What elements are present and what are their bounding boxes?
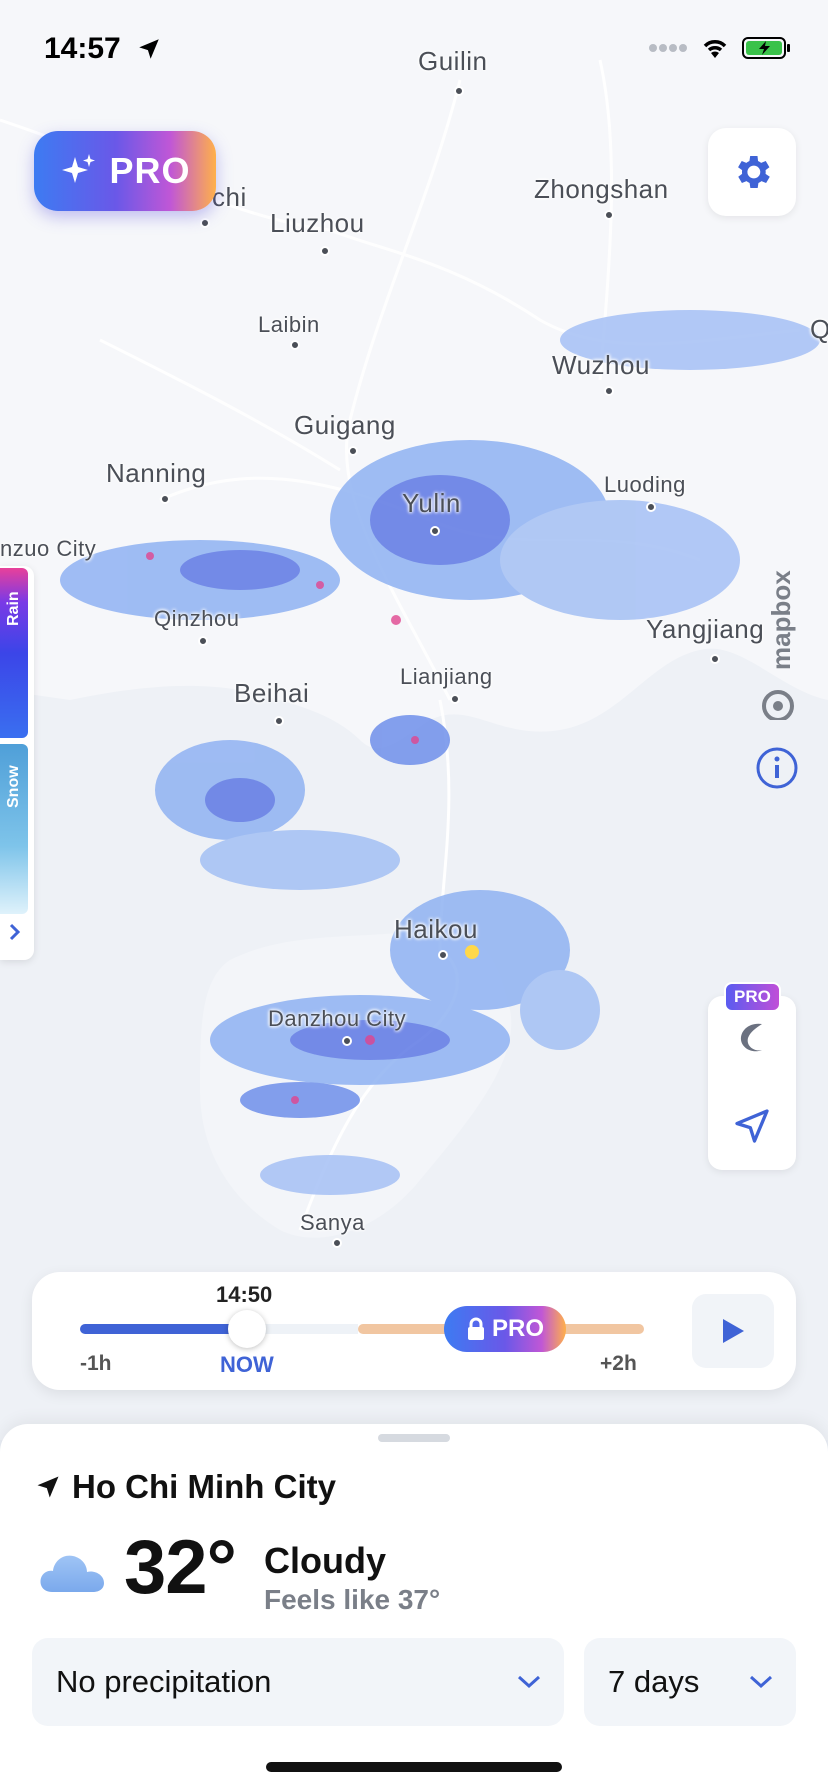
radar-timeline[interactable]: 14:50 PRO -1h NOW +2h xyxy=(32,1272,796,1390)
chevron-down-icon xyxy=(517,1675,541,1689)
temperature-value: 32° xyxy=(124,1525,237,1610)
timeline-label-start: -1h xyxy=(80,1352,112,1375)
precipitation-dropdown[interactable]: No precipitation xyxy=(32,1638,564,1726)
location-name: Ho Chi Minh City xyxy=(72,1468,336,1505)
city-dot xyxy=(450,694,460,704)
map-label-city: Yulin xyxy=(402,488,461,518)
map-label-city: Lianjiang xyxy=(400,664,493,689)
snow-legend-label: Snow xyxy=(5,765,22,808)
map-label-city: Danzhou City xyxy=(268,1006,407,1031)
city-dot xyxy=(320,246,330,256)
timeline-pro-unlock-button[interactable]: PRO xyxy=(444,1306,566,1352)
map-label-city: chi xyxy=(212,182,247,212)
map-label-city: nzuo City xyxy=(0,536,97,561)
precipitation-dropdown-value: No precipitation xyxy=(56,1664,272,1699)
city-dot xyxy=(290,340,300,350)
info-icon[interactable] xyxy=(755,746,799,790)
feels-like-temperature: Feels like 37° xyxy=(264,1584,441,1615)
forecast-days-dropdown[interactable]: 7 days xyxy=(584,1638,796,1726)
city-dot xyxy=(646,502,656,512)
battery-charging-icon xyxy=(742,37,790,59)
sparkle-icon xyxy=(62,154,96,183)
chevron-right-icon[interactable] xyxy=(8,922,22,942)
timeline-track-past xyxy=(80,1324,240,1334)
city-dot xyxy=(342,1036,352,1046)
map-label-city: Nanning xyxy=(106,458,207,488)
city-dot xyxy=(604,386,614,396)
pro-badge: PRO xyxy=(724,982,781,1012)
location-arrow-icon xyxy=(139,39,159,59)
chevron-down-icon xyxy=(749,1675,773,1689)
status-time: 14:57 xyxy=(44,32,121,65)
map-label-city: Yangjiang xyxy=(646,614,765,644)
timeline-label-now: NOW xyxy=(220,1352,274,1377)
timeline-scrubber-handle[interactable] xyxy=(228,1310,266,1348)
map-label-city: Q xyxy=(810,314,828,344)
mapbox-logo[interactable]: mapbox xyxy=(748,560,808,722)
map-label-city: Haikou xyxy=(394,914,478,944)
map-label-city: Wuzhou xyxy=(552,350,650,380)
map-label-city: Guigang xyxy=(294,410,396,440)
weather-bottom-sheet[interactable]: Ho Chi Minh City 32° Cloudy Feels like 3… xyxy=(0,1424,828,1792)
city-dot xyxy=(348,446,358,456)
pro-upgrade-button[interactable]: PRO xyxy=(34,131,216,211)
map-label-city: Sanya xyxy=(300,1210,365,1235)
map-tools-panel: PRO xyxy=(708,982,796,1170)
status-icons xyxy=(648,36,792,60)
pro-label: PRO xyxy=(109,150,191,191)
gear-icon xyxy=(738,156,770,188)
map-label-city: Beihai xyxy=(234,678,310,708)
map-label-city: Laibin xyxy=(258,312,320,337)
play-button[interactable] xyxy=(692,1294,774,1368)
timeline-current-time: 14:50 xyxy=(216,1282,273,1307)
radar-map[interactable]: Guilin Zhongshan chi Liuzhou Laibin Wuzh… xyxy=(0,0,828,1440)
play-icon xyxy=(723,1319,744,1343)
map-label-city: Liuzhou xyxy=(270,208,365,238)
location-row[interactable]: Ho Chi Minh City xyxy=(34,1468,336,1506)
location-arrow-icon xyxy=(37,1476,59,1498)
city-dot xyxy=(274,716,284,726)
sheet-grabber[interactable] xyxy=(378,1434,450,1442)
city-dot xyxy=(430,526,440,536)
hurricane-icon[interactable] xyxy=(732,1018,772,1058)
map-label-city: Qinzhou xyxy=(154,606,240,631)
city-dot xyxy=(438,950,448,960)
map-base-layer xyxy=(0,0,828,1238)
timeline-label-end: +2h xyxy=(600,1352,637,1375)
mapbox-wordmark: mapbox xyxy=(766,570,796,670)
city-dot xyxy=(604,210,614,220)
city-dot xyxy=(160,494,170,504)
map-label-city: Luoding xyxy=(604,472,686,497)
status-bar: 14:57 xyxy=(0,0,828,100)
city-dot xyxy=(200,218,210,228)
map-label-city: Zhongshan xyxy=(534,174,669,204)
timeline-pro-label: PRO xyxy=(491,1315,544,1342)
weather-condition: Cloudy xyxy=(264,1540,386,1581)
wifi-icon xyxy=(703,40,727,58)
lock-icon xyxy=(467,1317,484,1340)
city-dot xyxy=(332,1238,342,1248)
city-dot xyxy=(198,636,208,646)
rain-legend-label: Rain xyxy=(5,591,22,626)
precipitation-legend[interactable]: Rain Snow xyxy=(0,566,34,960)
navigation-arrow-icon[interactable] xyxy=(732,1106,772,1146)
cloud-icon xyxy=(40,1555,104,1592)
cellular-signal-icon xyxy=(649,44,687,52)
forecast-days-dropdown-value: 7 days xyxy=(608,1664,700,1699)
city-dot xyxy=(710,654,720,664)
settings-button[interactable] xyxy=(708,128,796,216)
home-indicator[interactable] xyxy=(266,1762,562,1772)
